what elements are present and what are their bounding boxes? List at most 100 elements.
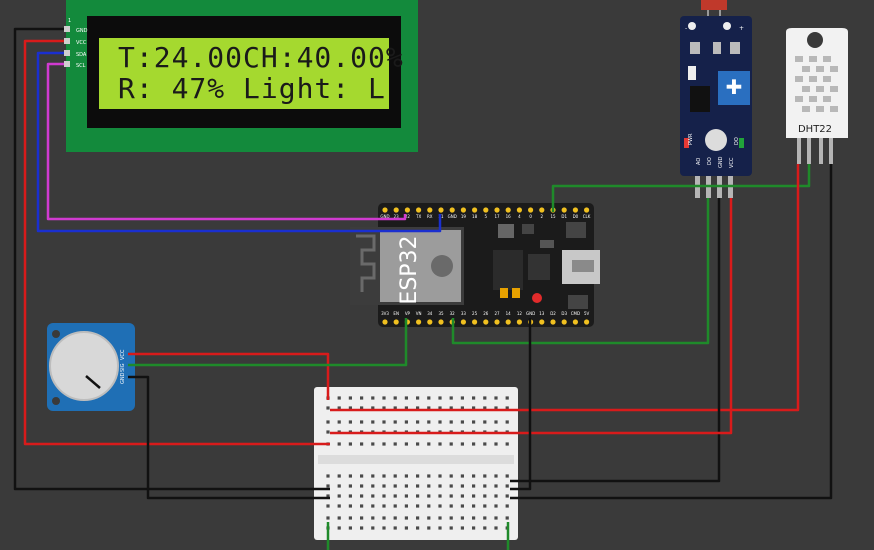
- breadboard-hole[interactable]: [360, 494, 364, 498]
- breadboard-hole[interactable]: [483, 474, 487, 478]
- breadboard-hole[interactable]: [360, 474, 364, 478]
- breadboard-hole[interactable]: [438, 420, 442, 424]
- breadboard-hole[interactable]: [449, 484, 453, 488]
- breadboard-hole[interactable]: [382, 516, 386, 520]
- breadboard-hole[interactable]: [505, 494, 509, 498]
- breadboard-hole[interactable]: [427, 420, 431, 424]
- breadboard-hole[interactable]: [460, 516, 464, 520]
- breadboard-hole[interactable]: [494, 494, 498, 498]
- esp32-top-pin[interactable]: [416, 207, 422, 213]
- breadboard-hole[interactable]: [438, 516, 442, 520]
- breadboard-hole[interactable]: [460, 526, 464, 530]
- breadboard-hole[interactable]: [393, 484, 397, 488]
- breadboard-hole[interactable]: [337, 526, 341, 530]
- breadboard-hole[interactable]: [427, 504, 431, 508]
- esp32-bottom-pin[interactable]: [539, 319, 545, 325]
- breadboard-hole[interactable]: [505, 474, 509, 478]
- breadboard-hole[interactable]: [382, 494, 386, 498]
- breadboard-hole[interactable]: [416, 494, 420, 498]
- breadboard-hole[interactable]: [337, 504, 341, 508]
- breadboard-hole[interactable]: [416, 484, 420, 488]
- breadboard-hole[interactable]: [483, 504, 487, 508]
- breadboard-hole[interactable]: [460, 474, 464, 478]
- breadboard-hole[interactable]: [494, 516, 498, 520]
- breadboard-hole[interactable]: [460, 484, 464, 488]
- breadboard-hole[interactable]: [404, 396, 408, 400]
- breadboard-hole[interactable]: [326, 406, 330, 410]
- breadboard-hole[interactable]: [460, 442, 464, 446]
- esp32-top-pin[interactable]: [584, 207, 590, 213]
- breadboard-hole[interactable]: [494, 484, 498, 488]
- breadboard-hole[interactable]: [348, 396, 352, 400]
- breadboard-hole[interactable]: [382, 504, 386, 508]
- esp32-top-pin[interactable]: [539, 207, 545, 213]
- breadboard-hole[interactable]: [371, 420, 375, 424]
- breadboard-hole[interactable]: [416, 504, 420, 508]
- breadboard-hole[interactable]: [416, 516, 420, 520]
- esp32-top-pin[interactable]: [483, 207, 489, 213]
- breadboard-hole[interactable]: [460, 504, 464, 508]
- breadboard-hole[interactable]: [449, 494, 453, 498]
- lcd-pin-vcc[interactable]: [64, 38, 70, 44]
- esp32-bottom-pin[interactable]: [572, 319, 579, 325]
- breadboard-hole[interactable]: [438, 526, 442, 530]
- breadboard-hole[interactable]: [371, 484, 375, 488]
- esp32-top-pin[interactable]: [404, 207, 410, 213]
- esp32-bottom-pin[interactable]: [505, 319, 511, 325]
- breadboard-hole[interactable]: [427, 526, 431, 530]
- breadboard-hole[interactable]: [371, 396, 375, 400]
- breadboard-hole[interactable]: [449, 504, 453, 508]
- boot-button[interactable]: [566, 222, 586, 238]
- breadboard-hole[interactable]: [494, 526, 498, 530]
- esp32-bottom-pin[interactable]: [561, 319, 567, 325]
- breadboard-hole[interactable]: [360, 442, 364, 446]
- breadboard-hole[interactable]: [393, 442, 397, 446]
- breadboard-hole[interactable]: [382, 484, 386, 488]
- esp32-bottom-pin[interactable]: [382, 319, 388, 325]
- breadboard-hole[interactable]: [483, 516, 487, 520]
- breadboard-hole[interactable]: [416, 526, 420, 530]
- breadboard-hole[interactable]: [472, 526, 476, 530]
- esp32-top-pin[interactable]: [427, 207, 433, 213]
- breadboard-hole[interactable]: [337, 474, 341, 478]
- breadboard-hole[interactable]: [460, 494, 464, 498]
- esp32-bottom-pin[interactable]: [460, 319, 466, 325]
- breadboard-hole[interactable]: [460, 420, 464, 424]
- breadboard-hole[interactable]: [393, 504, 397, 508]
- breadboard-hole[interactable]: [393, 396, 397, 400]
- breadboard-hole[interactable]: [326, 420, 330, 424]
- breadboard-hole[interactable]: [371, 442, 375, 446]
- breadboard-hole[interactable]: [326, 474, 330, 478]
- breadboard-hole[interactable]: [360, 396, 364, 400]
- breadboard-hole[interactable]: [404, 442, 408, 446]
- breadboard-hole[interactable]: [449, 420, 453, 424]
- breadboard-hole[interactable]: [371, 474, 375, 478]
- lcd-pin-scl[interactable]: [64, 61, 70, 67]
- breadboard-hole[interactable]: [494, 474, 498, 478]
- breadboard-hole[interactable]: [494, 504, 498, 508]
- breadboard-hole[interactable]: [494, 442, 498, 446]
- breadboard-hole[interactable]: [505, 442, 509, 446]
- breadboard-hole[interactable]: [427, 442, 431, 446]
- breadboard-hole[interactable]: [404, 474, 408, 478]
- breadboard-hole[interactable]: [438, 396, 442, 400]
- breadboard-hole[interactable]: [449, 442, 453, 446]
- breadboard-hole[interactable]: [449, 516, 453, 520]
- esp32-top-pin[interactable]: [505, 207, 511, 213]
- esp32-top-pin[interactable]: [494, 207, 500, 213]
- breadboard-hole[interactable]: [416, 420, 420, 424]
- breadboard-hole[interactable]: [427, 516, 431, 520]
- breadboard-hole[interactable]: [348, 516, 352, 520]
- breadboard-hole[interactable]: [348, 420, 352, 424]
- breadboard-hole[interactable]: [382, 474, 386, 478]
- esp32-top-pin[interactable]: [382, 207, 388, 213]
- breadboard-hole[interactable]: [472, 474, 476, 478]
- esp32-top-pin[interactable]: [572, 207, 579, 213]
- breadboard-hole[interactable]: [427, 494, 431, 498]
- esp32-bottom-pin[interactable]: [438, 319, 444, 325]
- reset-button[interactable]: [568, 295, 588, 309]
- breadboard-hole[interactable]: [337, 396, 341, 400]
- breadboard-hole[interactable]: [404, 504, 408, 508]
- breadboard-hole[interactable]: [337, 494, 341, 498]
- breadboard-hole[interactable]: [360, 504, 364, 508]
